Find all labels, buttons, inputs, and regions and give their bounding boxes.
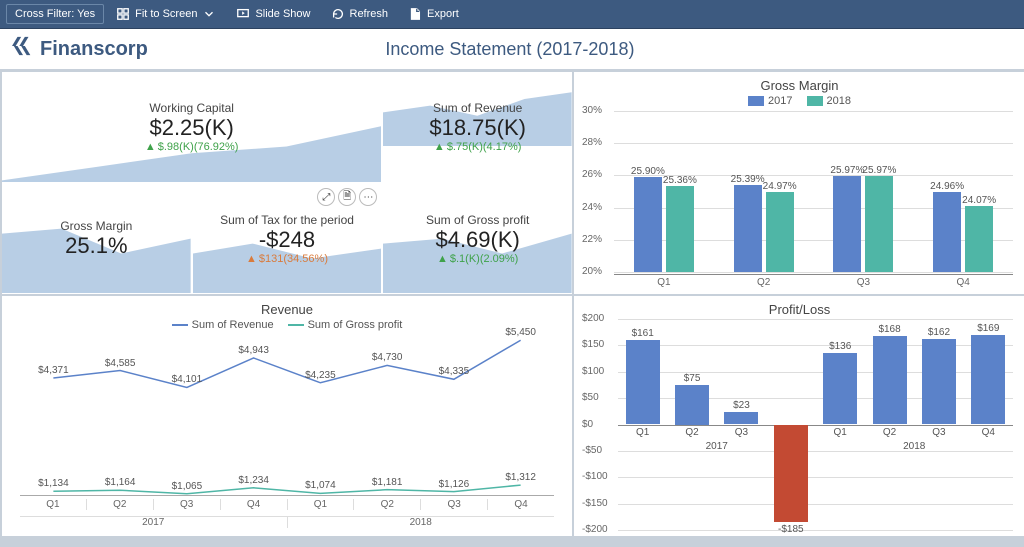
refresh-icon [331,7,345,21]
kpi-sum-gross-profit[interactable]: Sum of Gross profit $4.69(K) ▲ $.1(K)(2.… [383,184,572,294]
chart-gross-margin[interactable]: Gross Margin 2017 2018 20%22%24%26%28%30… [574,72,1024,294]
kpi-sum-tax[interactable]: ⤢ 🗎 ⋯ Sum of Tax for the period -$248 ▲ … [193,184,382,294]
kpi-title: Gross Margin [60,219,132,233]
grid-icon [116,7,130,21]
more-icon[interactable]: ⋯ [359,188,377,206]
kpi-value: -$248 [259,227,315,253]
chart-revenue[interactable]: Revenue Sum of Revenue Sum of Gross prof… [2,296,572,536]
kpi-delta: ▲ $.1(K)(2.09%) [437,253,518,265]
toolbar: Cross Filter: Yes Fit to Screen Slide Sh… [0,0,1024,29]
fit-to-screen-button[interactable]: Fit to Screen [108,4,224,24]
kpi-value: $18.75(K) [429,115,526,141]
kpi-working-capital[interactable]: Working Capital $2.25(K) ▲ $.98(K)(76.92… [2,72,381,182]
cross-filter-toggle[interactable]: Cross Filter: Yes [6,4,104,24]
kpi-gross-margin[interactable]: Gross Margin 25.1% [2,184,191,294]
kpi-value: 25.1% [65,233,127,259]
play-icon [236,7,250,21]
dashboard-grid: Working Capital $2.25(K) ▲ $.98(K)(76.92… [0,70,1024,547]
page-title: Income Statement (2017-2018) [148,39,872,60]
kpi-delta: ▲ $131(34.56%) [246,253,328,265]
kpi-area: Working Capital $2.25(K) ▲ $.98(K)(76.92… [2,72,572,294]
chevron-down-icon [202,7,216,21]
chart-legend: 2017 2018 [582,95,1017,107]
kpi-title: Working Capital [149,101,233,115]
export-icon [408,7,422,21]
kpi-value: $4.69(K) [435,227,519,253]
kpi-sum-revenue[interactable]: Sum of Revenue $18.75(K) ▲ $.75(K)(4.17%… [383,72,572,182]
slide-show-button[interactable]: Slide Show [228,4,318,24]
page-header: Finanscorp Income Statement (2017-2018) [0,29,1024,70]
chart-title: Revenue [10,302,564,317]
expand-icon[interactable]: ⤢ [317,188,335,206]
brand-name: Finanscorp [40,38,148,61]
kpi-delta: ▲ $.98(K)(76.92%) [145,141,239,153]
chart-legend: Sum of Revenue Sum of Gross profit [10,319,564,331]
chart-profit-loss[interactable]: Profit/Loss Q1Q2Q3Q4Q1Q2Q3Q420172018$161… [574,296,1024,536]
kpi-value: $2.25(K) [149,115,233,141]
chart-title: Gross Margin [582,78,1017,93]
export-button[interactable]: Export [400,4,467,24]
chart-title: Profit/Loss [582,302,1017,317]
brand-logo: Finanscorp [12,35,148,63]
logo-icon [12,35,34,63]
kpi-title: Sum of Gross profit [426,213,529,227]
kpi-delta: ▲ $.75(K)(4.17%) [434,141,521,153]
refresh-button[interactable]: Refresh [323,4,397,24]
doc-icon[interactable]: 🗎 [338,188,356,206]
kpi-title: Sum of Tax for the period [220,213,354,227]
kpi-title: Sum of Revenue [433,101,522,115]
